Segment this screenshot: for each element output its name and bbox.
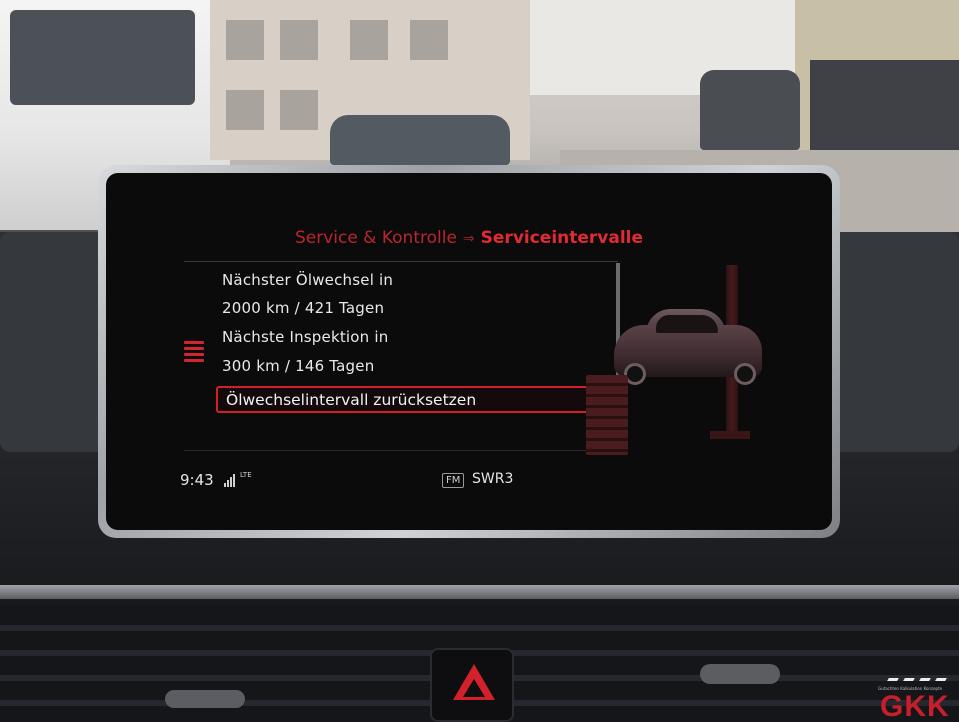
radio-station[interactable]: SWR3 xyxy=(472,471,513,487)
next-oil-change-value: 2000 km / 421 Tagen xyxy=(222,299,385,317)
reset-oil-interval-button[interactable]: Ölwechselintervall zurücksetzen xyxy=(216,386,600,413)
next-oil-change-label: Nächster Ölwechsel in xyxy=(222,271,394,289)
mmi-screen: Service & Kontrolle ⇒ Serviceintervalle Nä… xyxy=(106,173,832,530)
network-type: LTE xyxy=(240,471,252,479)
vent-control-left xyxy=(165,690,245,708)
car-on-lift-icon xyxy=(584,265,764,455)
next-inspection-value: 300 km / 146 Tagen xyxy=(222,357,375,375)
side-menu-indicator-icon[interactable] xyxy=(180,333,206,373)
reset-oil-interval-label: Ölwechselintervall zurücksetzen xyxy=(226,391,477,409)
service-list-panel xyxy=(184,261,618,451)
status-bar: 9:43 LTE FM SWR3 xyxy=(106,463,832,493)
breadcrumb: Service & Kontrolle ⇒ Serviceintervalle xyxy=(106,228,832,254)
page-title: Serviceintervalle xyxy=(480,228,644,248)
watermark-text: GKK xyxy=(880,690,950,722)
dashboard-trim xyxy=(0,585,959,599)
breadcrumb-parent[interactable]: Service & Kontrolle xyxy=(295,228,457,248)
clock: 9:43 xyxy=(180,471,214,489)
tool-cart xyxy=(586,375,628,455)
watermark-logo: Gutachten Kalkulation Konzepte GKK xyxy=(878,678,959,722)
breadcrumb-arrow-icon: ⇒ xyxy=(462,231,475,247)
next-inspection-label: Nächste Inspektion in xyxy=(222,328,389,346)
vent-control-right xyxy=(700,664,780,684)
radio-band-badge: FM xyxy=(442,473,465,488)
hazard-button[interactable] xyxy=(430,648,514,722)
